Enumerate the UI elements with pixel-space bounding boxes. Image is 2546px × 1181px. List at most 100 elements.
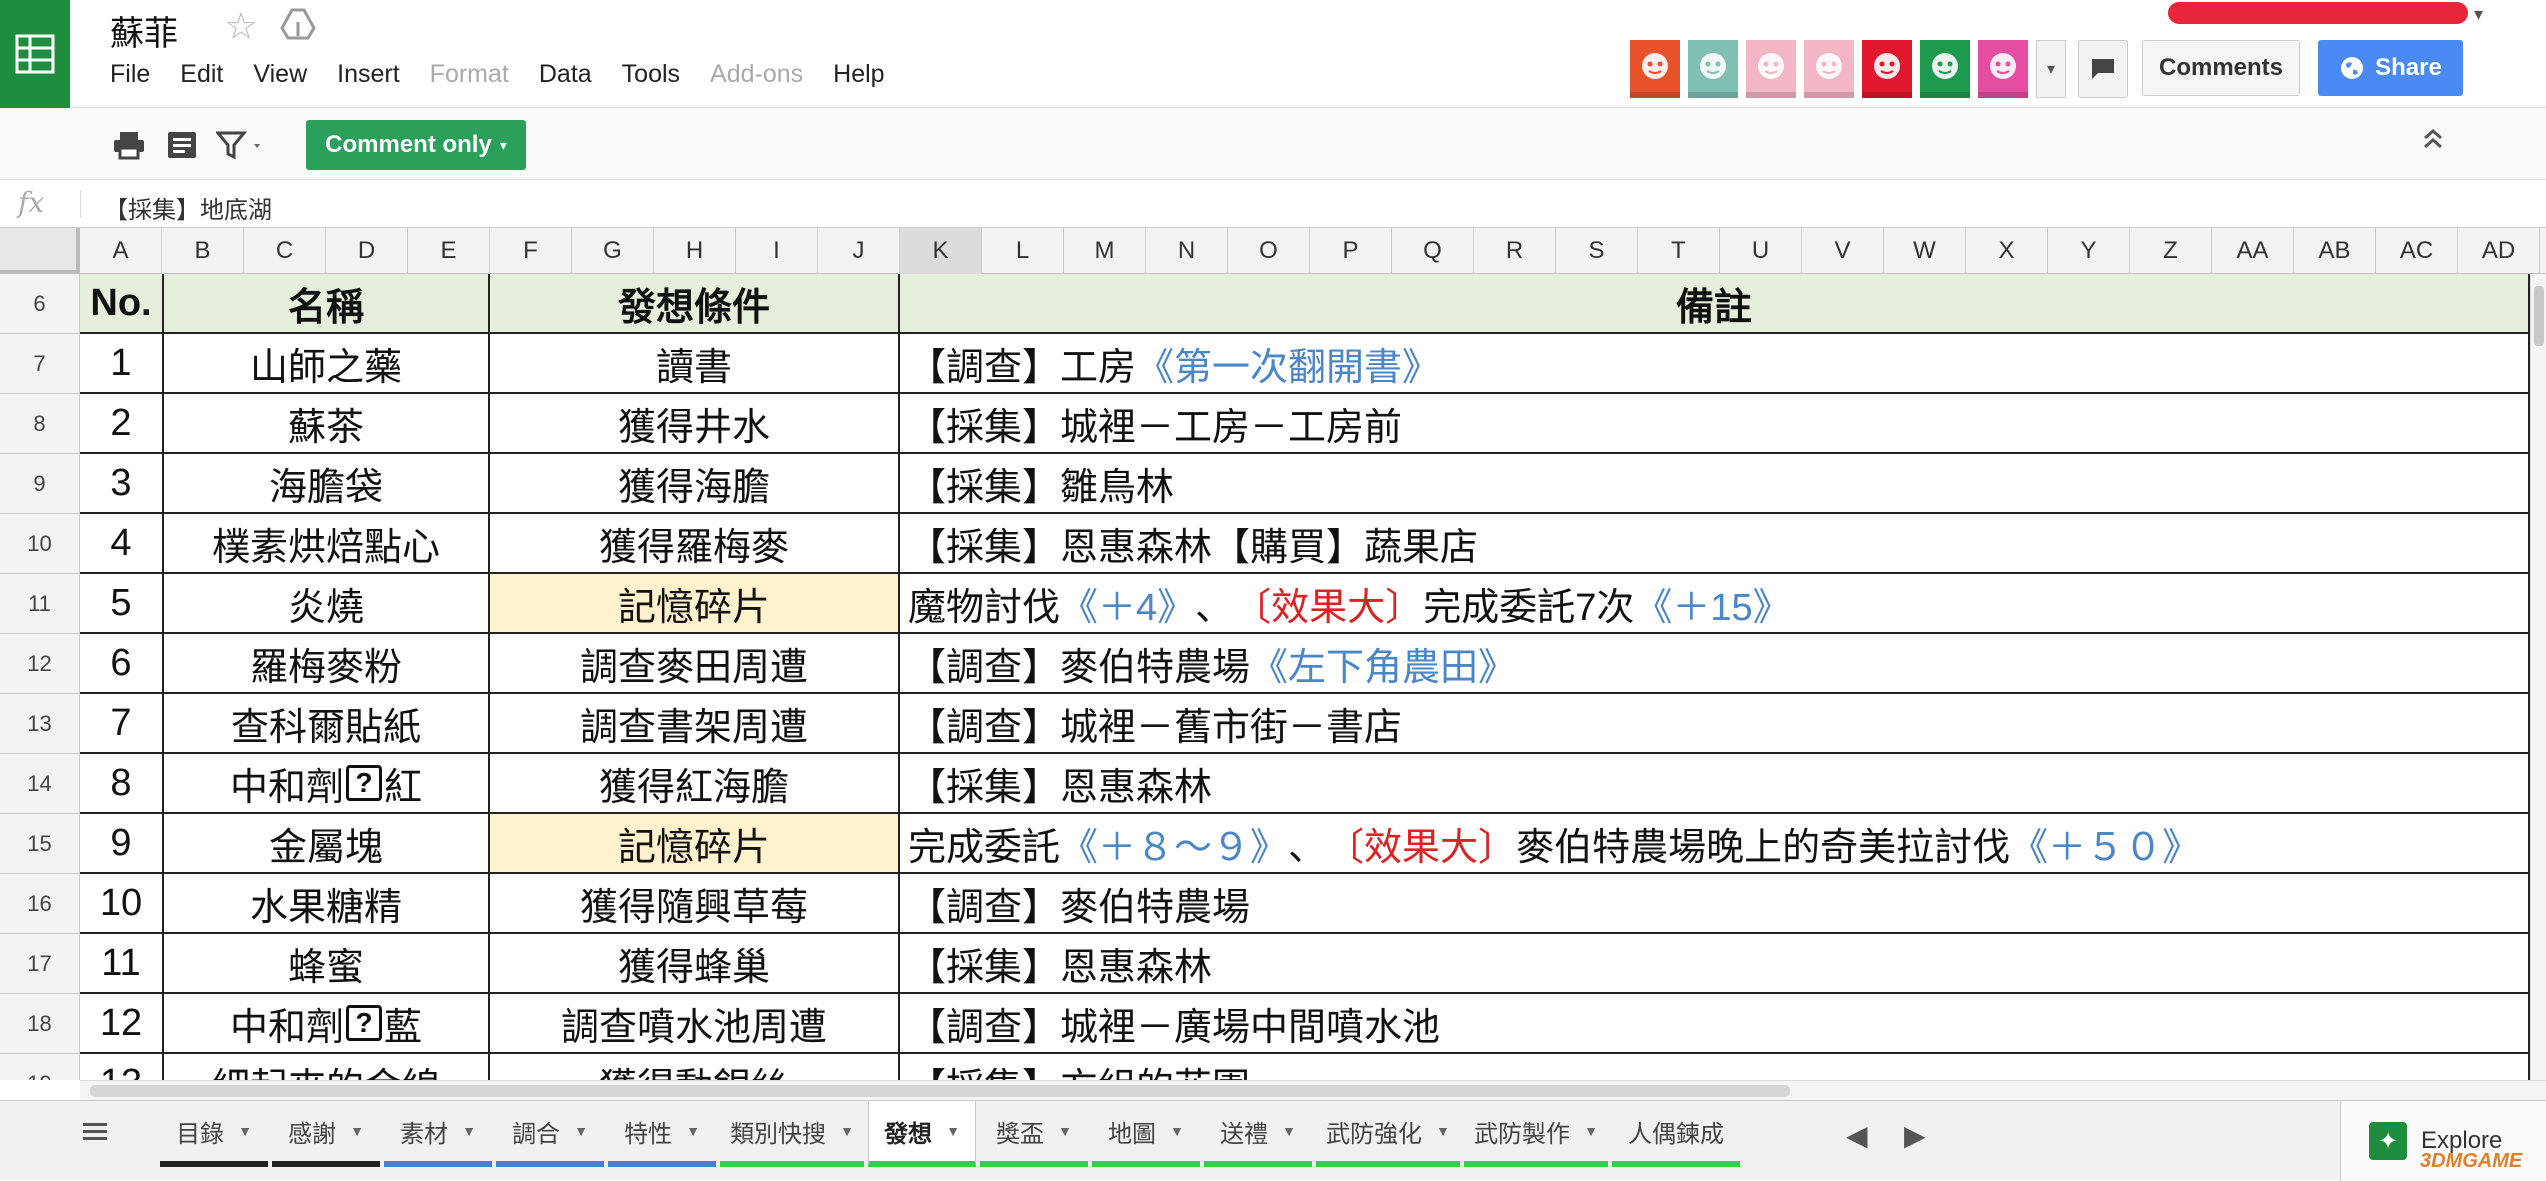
row-header[interactable]: 14 [0,754,80,814]
cell-notes[interactable]: 【採集】雛鳥林 [900,454,2530,514]
sheet-tab[interactable]: 感謝 ▼ [272,1101,380,1167]
cell-no[interactable]: 8 [80,754,164,814]
all-sheets-menu-icon[interactable] [80,1117,110,1155]
menu-addons[interactable]: Add-ons [710,60,803,89]
cell-condition[interactable]: 獲得井水 [490,394,900,454]
header-no[interactable]: No. [80,274,164,334]
column-header-f[interactable]: F [490,228,572,274]
cell-name[interactable]: 水果糖精 [164,874,490,934]
column-header-u[interactable]: U [1720,228,1802,274]
tab-menu-chevron-icon[interactable]: ▼ [1170,1123,1184,1139]
cell-notes[interactable]: 魔物討伐 《＋4》、〔效果大〕 完成委託7次 《＋15》 [900,574,2530,634]
cell-no[interactable]: 4 [80,514,164,574]
comments-button[interactable]: Comments [2142,40,2300,96]
collapse-toolbar-icon[interactable] [2420,126,2446,159]
scroll-tabs-right-icon[interactable]: ▶ [1904,1119,1926,1152]
column-header-d[interactable]: D [326,228,408,274]
tab-menu-chevron-icon[interactable]: ▼ [350,1123,364,1139]
cell-no[interactable]: 10 [80,874,164,934]
print-icon[interactable] [112,130,146,165]
avatar-rhino[interactable] [1804,40,1854,98]
cell-name[interactable]: 金屬塊 [164,814,490,874]
cell-condition[interactable]: 記憶碎片 [490,814,900,874]
cell-no[interactable]: 6 [80,634,164,694]
cell-condition[interactable]: 調查麥田周遭 [490,634,900,694]
column-header-ac[interactable]: AC [2376,228,2458,274]
share-button[interactable]: Share [2318,40,2463,96]
cell-no[interactable]: 13 [80,1054,164,1080]
tab-menu-chevron-icon[interactable]: ▼ [946,1123,960,1139]
row-header[interactable]: 7 [0,334,80,394]
header-notes[interactable]: 備註 [900,274,2530,334]
vertical-scrollbar[interactable] [2530,274,2546,1080]
column-header-s[interactable]: S [1556,228,1638,274]
cell-notes[interactable]: 【調查】麥伯特農場 [900,874,2530,934]
cell-name[interactable]: 中和劑? 藍 [164,994,490,1054]
avatar-cat[interactable] [1862,40,1912,98]
tab-menu-chevron-icon[interactable]: ▼ [840,1123,854,1139]
cell-name[interactable]: 細起來的金線 [164,1054,490,1080]
cell-name[interactable]: 羅梅麥粉 [164,634,490,694]
chat-icon[interactable] [2078,40,2128,98]
column-header-q[interactable]: Q [1392,228,1474,274]
cell-condition[interactable]: 獲得蜂巢 [490,934,900,994]
cell-no[interactable]: 1 [80,334,164,394]
column-header-p[interactable]: P [1310,228,1392,274]
column-header-w[interactable]: W [1884,228,1966,274]
column-header-l[interactable]: L [982,228,1064,274]
cell-notes[interactable]: 完成委託 《＋８～９》、〔效果大〕 麥伯特農場晚上的奇美拉討伐 《＋５０》 [900,814,2530,874]
cell-name[interactable]: 海膽袋 [164,454,490,514]
cell-notes[interactable]: 【採集】恩惠森林 [900,934,2530,994]
cell-condition[interactable]: 獲得紅海膽 [490,754,900,814]
drive-folder-icon[interactable] [280,8,316,47]
sheet-tab[interactable]: 發想 ▼ [868,1101,976,1167]
column-header-z[interactable]: Z [2130,228,2212,274]
cell-notes[interactable]: 【調查】工房 《第一次翻開書》 [900,334,2530,394]
cell-condition[interactable]: 調查書架周遭 [490,694,900,754]
column-header-j[interactable]: J [818,228,900,274]
tab-menu-chevron-icon[interactable]: ▼ [574,1123,588,1139]
menu-insert[interactable]: Insert [337,60,400,89]
row-header[interactable]: 18 [0,994,80,1054]
sheet-tab[interactable]: 特性 ▼ [608,1101,716,1167]
row-header[interactable]: 12 [0,634,80,694]
cell-no[interactable]: 11 [80,934,164,994]
row-header[interactable]: 6 [0,274,80,334]
document-title[interactable]: 蘇菲 [110,6,178,55]
cell-name[interactable]: 炎燒 [164,574,490,634]
formula-input[interactable]: 【採集】地底湖 [104,190,272,225]
row-header[interactable]: 8 [0,394,80,454]
filter-icon[interactable] [214,130,266,165]
column-header-k[interactable]: K [900,228,982,274]
tab-menu-chevron-icon[interactable]: ▼ [1436,1123,1450,1139]
menu-format[interactable]: Format [430,60,509,89]
column-header-n[interactable]: N [1146,228,1228,274]
cell-no[interactable]: 12 [80,994,164,1054]
select-all-corner[interactable] [0,228,80,274]
tab-menu-chevron-icon[interactable]: ▼ [1058,1123,1072,1139]
sheets-logo-icon[interactable] [0,0,70,108]
row-header[interactable]: 19 [0,1054,80,1080]
cell-condition[interactable]: 記憶碎片 [490,574,900,634]
horizontal-scrollbar[interactable] [80,1080,2546,1100]
cell-name[interactable]: 山師之藥 [164,334,490,394]
sheet-tab[interactable]: 目錄 ▼ [160,1101,268,1167]
column-header-c[interactable]: C [244,228,326,274]
account-caret-icon[interactable]: ▾ [2474,4,2483,25]
scroll-tabs-left-icon[interactable]: ◀ [1846,1119,1868,1152]
row-header[interactable]: 10 [0,514,80,574]
comment-only-button[interactable]: Comment only ▾ [306,120,526,170]
tab-menu-chevron-icon[interactable]: ▼ [1584,1123,1598,1139]
menu-data[interactable]: Data [539,60,592,89]
star-icon[interactable]: ☆ [224,4,258,49]
column-header-m[interactable]: M [1064,228,1146,274]
menu-edit[interactable]: Edit [180,60,223,89]
more-collaborators-icon[interactable]: ▾ [2036,40,2066,98]
cell-notes[interactable]: 【採集】城裡－工房－工房前 [900,394,2530,454]
sheet-tab[interactable]: 人偶鍊成 [1612,1101,1740,1167]
cell-name[interactable]: 查科爾貼紙 [164,694,490,754]
column-header-x[interactable]: X [1966,228,2048,274]
column-header-b[interactable]: B [162,228,244,274]
tab-menu-chevron-icon[interactable]: ▼ [1282,1123,1296,1139]
cell-name[interactable]: 蘇茶 [164,394,490,454]
